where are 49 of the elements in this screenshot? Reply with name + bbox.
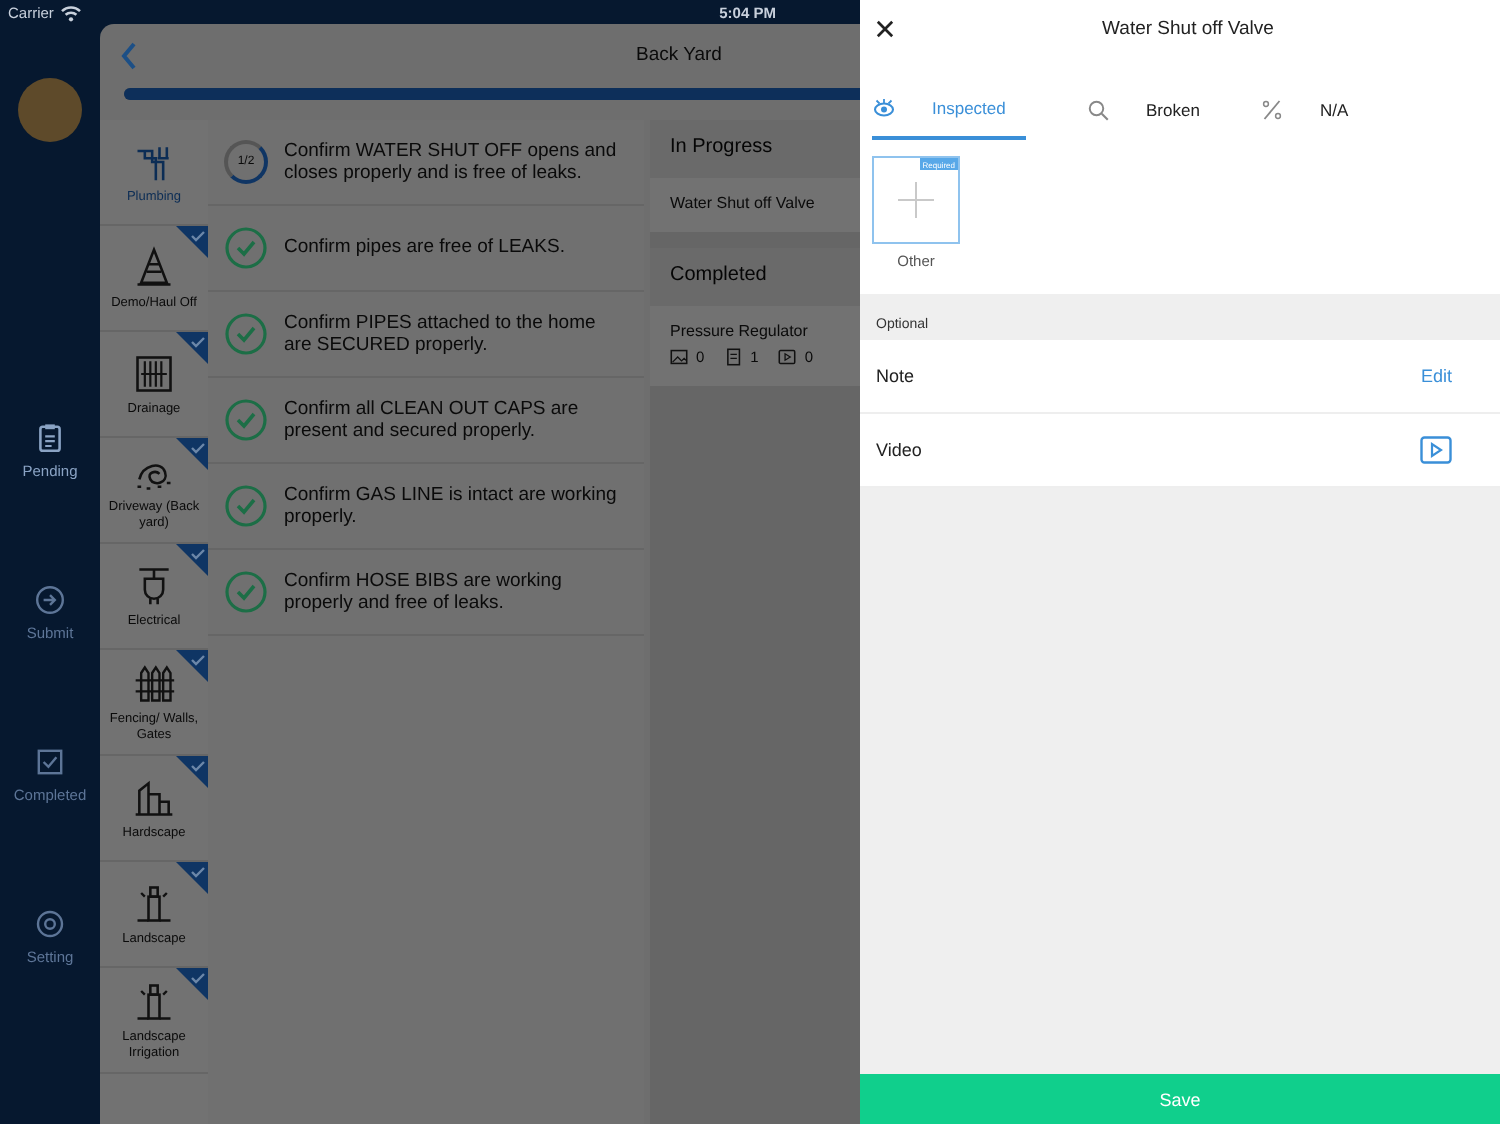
video-play-icon[interactable]	[1420, 436, 1452, 464]
photo-icon	[670, 348, 688, 366]
save-button[interactable]: Save	[860, 1074, 1500, 1124]
avatar[interactable]	[18, 78, 82, 142]
checklist-text: Confirm GAS LINE is intact are working properly.	[284, 483, 619, 529]
check-circle-icon	[224, 226, 268, 270]
section-header: In Progress	[650, 120, 860, 178]
tab[interactable]: Broken	[1086, 84, 1200, 140]
cone-icon	[132, 245, 176, 290]
component-name: Pressure Regulator	[670, 322, 810, 340]
component-name: Water Shut off Valve	[670, 194, 817, 212]
page-title: Back Yard	[636, 44, 722, 66]
check-circle-icon	[224, 312, 268, 356]
checklist-row[interactable]: Confirm pipes are free of LEAKS.	[208, 206, 644, 292]
checklist-text: Confirm pipes are free of LEAKS.	[284, 236, 565, 260]
eye-icon	[872, 96, 896, 120]
close-icon[interactable]	[876, 19, 894, 37]
check-circle-icon	[224, 484, 268, 528]
fence-icon	[132, 662, 176, 707]
checklist-row[interactable]: Confirm PIPES attached to the home are SECURED properly.	[208, 292, 644, 378]
wifi-icon	[59, 3, 82, 21]
section-header: Completed	[650, 248, 860, 306]
edit-link[interactable]: Edit	[1420, 366, 1452, 386]
checklist-text: Confirm WATER SHUT OFF opens and closes properly and is free of leaks.	[284, 139, 619, 185]
note-icon	[724, 348, 743, 366]
row-label: Video	[876, 440, 922, 460]
video-icon	[778, 348, 797, 366]
settings-icon	[33, 908, 66, 940]
checklist-text: Confirm HOSE BIBS are working properly and free of leaks.	[284, 569, 564, 615]
buildings-icon	[132, 775, 176, 820]
sheet-title: Water Shut off Valve	[1100, 17, 1276, 39]
check-circle-icon	[224, 398, 268, 442]
component-row[interactable]: Water Shut off Valve	[650, 178, 860, 232]
grate-icon	[132, 351, 176, 396]
check-circle-icon	[224, 570, 268, 614]
plus-icon	[898, 182, 934, 218]
checklist-row[interactable]: Confirm HOSE BIBS are working properly and free of leaks.	[208, 550, 644, 636]
checklist-row[interactable]: Confirm GAS LINE is intact are working properly.	[208, 464, 644, 550]
checkbox-icon	[34, 746, 66, 778]
checklist-text: Confirm all CLEAN OUT CAPS are present and secured properly.	[284, 397, 581, 443]
sprinkler-icon	[132, 881, 176, 926]
row-label: Note	[876, 366, 915, 386]
percent-icon	[1259, 98, 1284, 122]
search-icon	[1086, 98, 1110, 122]
checklist-row[interactable]: Confirm all CLEAN OUT CAPS are present and secured properly.	[208, 378, 644, 464]
sprinkler-icon	[132, 980, 176, 1025]
checklist-text: Confirm PIPES attached to the home are SECURED properly.	[284, 311, 598, 357]
tab[interactable]: N/A	[1259, 84, 1349, 140]
clipboard-icon	[34, 422, 66, 454]
